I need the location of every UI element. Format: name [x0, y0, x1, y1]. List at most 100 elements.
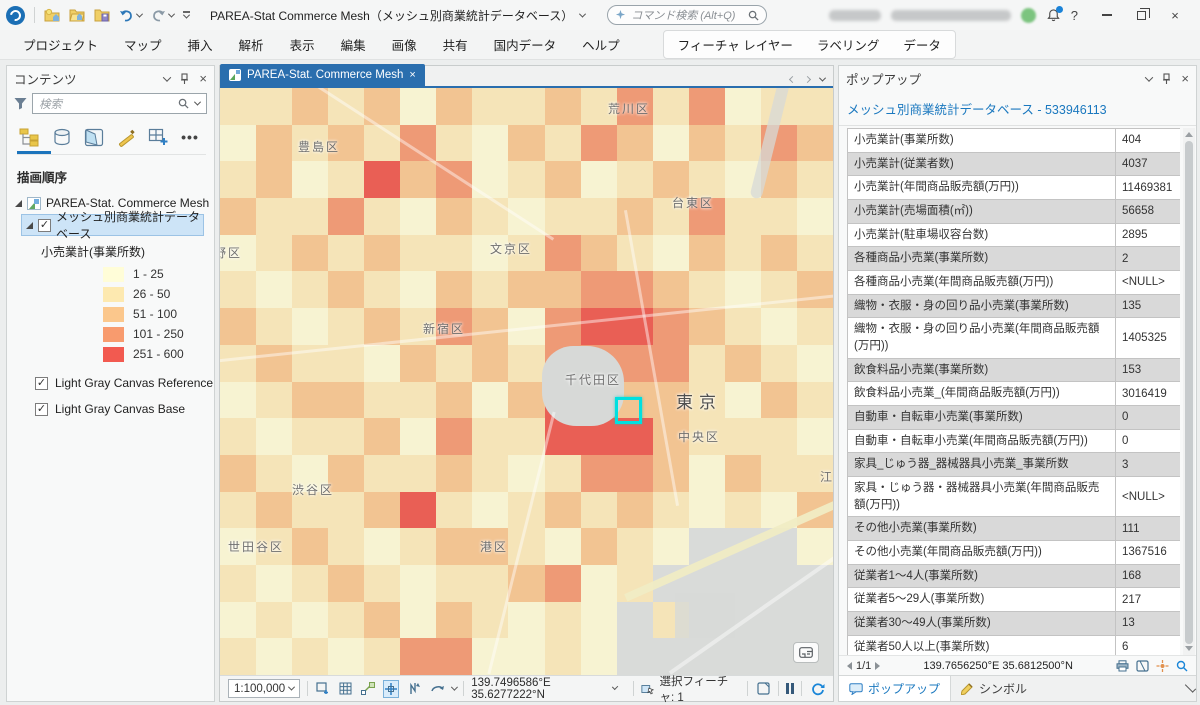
attribute-row[interactable]: 飲食料品小売業(事業所数) 153 [848, 359, 1180, 383]
selected-mesh-cell[interactable] [615, 397, 642, 424]
attribute-row[interactable]: その他小売業(年間商品販売額(万円)) 1367516 [848, 541, 1180, 565]
attribute-row[interactable]: 従業者50人以上(事業所数) 6 [848, 636, 1180, 655]
mesh-cell[interactable] [689, 492, 725, 529]
map-view-tab-active[interactable]: PAREA-Stat. Commerce Mesh × [220, 64, 425, 86]
edit-tab-icon[interactable] [113, 126, 139, 148]
mesh-cell[interactable] [689, 161, 725, 198]
project-title-dropdown-icon[interactable] [579, 10, 586, 17]
mesh-cell[interactable] [400, 161, 436, 198]
redo-button[interactable] [151, 9, 174, 22]
mesh-cell[interactable] [797, 198, 833, 235]
mesh-cell[interactable] [400, 455, 436, 492]
mesh-cell[interactable] [472, 455, 508, 492]
mesh-cell[interactable] [328, 638, 364, 675]
mesh-cell[interactable] [508, 161, 544, 198]
mesh-cell[interactable] [725, 308, 761, 345]
mesh-cell[interactable] [581, 235, 617, 272]
mesh-cell[interactable] [220, 382, 256, 419]
attribute-row[interactable]: 各種商品小売業(事業所数) 2 [848, 247, 1180, 271]
popup-feature-link[interactable]: メッシュ別商業統計データベース - 533946113 [847, 103, 1107, 117]
restore-button[interactable] [1124, 2, 1158, 28]
scroll-tabs-left-icon[interactable] [789, 76, 796, 83]
attribute-row[interactable]: 従業者30～49人(事業所数) 13 [848, 612, 1180, 636]
mesh-cell[interactable] [256, 88, 292, 125]
mesh-cell[interactable] [761, 638, 797, 675]
mesh-cell[interactable] [689, 235, 725, 272]
mesh-cell[interactable] [472, 308, 508, 345]
mesh-cell[interactable] [436, 88, 472, 125]
popup-scrollbar[interactable] [1183, 128, 1195, 655]
contextual-ribbon-tab[interactable]: データ [891, 32, 953, 57]
mesh-cell[interactable] [364, 345, 400, 382]
mesh-cell[interactable] [220, 88, 256, 125]
mesh-cell[interactable] [328, 308, 364, 345]
mesh-cell[interactable] [581, 455, 617, 492]
mesh-cell[interactable] [256, 125, 292, 162]
mesh-cell[interactable] [220, 345, 256, 382]
mesh-cell[interactable] [220, 638, 256, 675]
mesh-cell[interactable] [617, 198, 653, 235]
search-icon[interactable] [748, 10, 759, 21]
mesh-cell[interactable] [761, 235, 797, 272]
mesh-cell[interactable] [436, 382, 472, 419]
new-layout-icon[interactable] [315, 680, 331, 698]
mesh-cell[interactable] [797, 88, 833, 125]
mesh-cell[interactable] [364, 565, 400, 602]
mesh-cell[interactable] [761, 308, 797, 345]
search-dropdown-icon[interactable] [194, 99, 201, 106]
mesh-cell[interactable] [545, 638, 581, 675]
mesh-cell[interactable] [220, 125, 256, 162]
attribute-row[interactable]: 小売業計(事業所数) 404 [848, 129, 1180, 153]
mesh-cell[interactable] [545, 602, 581, 639]
attribute-row[interactable]: 小売業計(従業者数) 4037 [848, 153, 1180, 177]
mesh-cell[interactable] [472, 418, 508, 455]
ribbon-tab[interactable]: 共有 [430, 31, 481, 58]
mesh-cell[interactable] [472, 88, 508, 125]
rotate-view-icon[interactable] [429, 680, 445, 698]
help-button[interactable]: ? [1071, 8, 1078, 23]
mesh-cell[interactable] [328, 345, 364, 382]
pane-menu-icon[interactable] [1145, 73, 1153, 81]
mesh-cell[interactable] [472, 198, 508, 235]
mesh-cell[interactable] [364, 418, 400, 455]
refresh-icon[interactable] [809, 680, 825, 698]
mesh-cell[interactable] [689, 308, 725, 345]
mesh-cell[interactable] [617, 492, 653, 529]
tab-list-dropdown-icon[interactable] [819, 75, 826, 82]
mesh-cell[interactable] [292, 235, 328, 272]
mesh-cell[interactable] [220, 455, 256, 492]
mesh-cell[interactable] [400, 565, 436, 602]
mesh-cell[interactable] [292, 88, 328, 125]
mesh-cell[interactable] [508, 602, 544, 639]
mesh-cell[interactable] [689, 271, 725, 308]
attribute-row[interactable]: 家具_じゅう器_器械器具小売業_事業所数 3 [848, 453, 1180, 477]
redo-dropdown-icon[interactable] [168, 10, 175, 17]
mesh-cell[interactable] [545, 271, 581, 308]
coords-dropdown-icon[interactable] [612, 684, 619, 691]
mesh-cell[interactable] [220, 161, 256, 198]
mesh-cell[interactable] [472, 271, 508, 308]
mesh-cell[interactable] [581, 565, 617, 602]
mesh-cell[interactable] [761, 455, 797, 492]
mesh-cell[interactable] [364, 271, 400, 308]
mesh-cell[interactable] [364, 308, 400, 345]
mesh-cell[interactable] [797, 308, 833, 345]
mesh-cell[interactable] [400, 88, 436, 125]
contents-search-input[interactable]: 検索 [32, 93, 207, 114]
mesh-cell[interactable] [220, 198, 256, 235]
pause-drawing-icon[interactable] [786, 683, 795, 694]
ribbon-tab[interactable]: 挿入 [175, 31, 226, 58]
mesh-cell[interactable] [472, 125, 508, 162]
ribbon-tab[interactable]: 解析 [226, 31, 277, 58]
grid-icon[interactable] [338, 680, 354, 698]
mesh-cell[interactable] [364, 198, 400, 235]
mesh-cell[interactable] [581, 125, 617, 162]
mesh-cell[interactable] [761, 418, 797, 455]
mesh-cell[interactable] [256, 271, 292, 308]
mesh-cell[interactable] [256, 455, 292, 492]
mesh-cell[interactable] [364, 161, 400, 198]
mesh-cell[interactable] [256, 492, 292, 529]
rotate-dropdown-icon[interactable] [451, 684, 458, 691]
mesh-cell[interactable] [689, 455, 725, 492]
mesh-cell[interactable] [328, 418, 364, 455]
